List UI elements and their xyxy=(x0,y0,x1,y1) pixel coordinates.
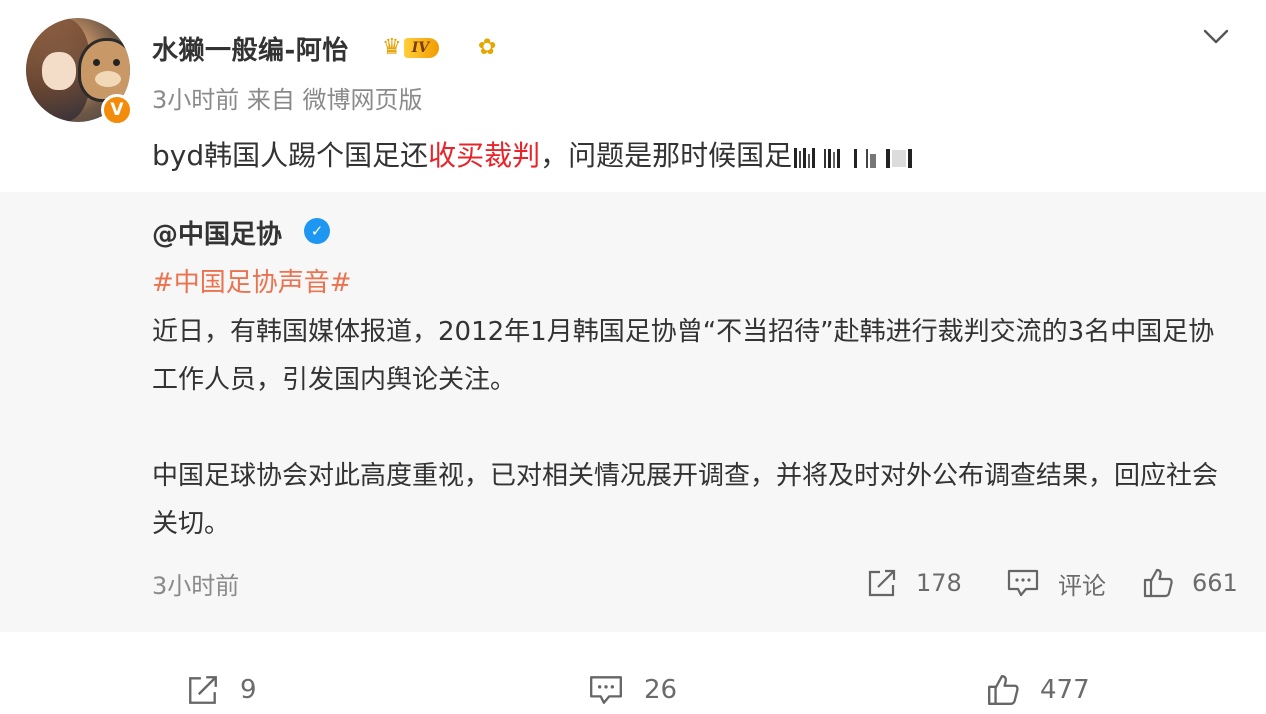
post-text: byd韩国人踢个国足还收买裁判，问题是那时候国足 xyxy=(152,134,916,174)
repost-author[interactable]: @中国足协 xyxy=(152,214,282,251)
post-meta: 3小时前 来自 微博网页版 xyxy=(152,86,423,114)
topic-hashtag[interactable]: #中国足协声音# xyxy=(152,262,352,299)
sunflower-icon: ✿ xyxy=(478,35,497,60)
post-text-highlight[interactable]: 收买裁判 xyxy=(428,139,540,172)
repost-time: 3小时前 xyxy=(152,572,240,600)
avatar-face xyxy=(42,52,76,90)
like-button[interactable]: 477 xyxy=(986,672,1090,708)
repost-paragraph: 近日，有韩国媒体报道，2012年1月韩国足协曾“不当招待”赴韩进行裁判交流的3名… xyxy=(152,317,1215,395)
username[interactable]: 水獭一般编-阿怡 xyxy=(152,30,349,67)
repost-card[interactable]: @中国足协 ✓ #中国足协声音# 近日，有韩国媒体报道，2012年1月韩国足协曾… xyxy=(0,192,1266,632)
chevron-down-icon[interactable] xyxy=(1200,22,1232,50)
avatar-otter xyxy=(78,38,130,102)
repost-share-button[interactable]: 178 xyxy=(866,566,962,600)
comment-count: 26 xyxy=(644,675,678,705)
crown-icon: ♛ xyxy=(382,35,402,60)
vip-level: IV xyxy=(403,38,440,58)
thumbs-up-icon xyxy=(1143,568,1173,598)
repost-like-button[interactable]: 661 xyxy=(1142,566,1238,600)
comment-button[interactable]: 26 xyxy=(588,672,677,708)
like-count: 477 xyxy=(1040,675,1090,705)
repost-body: 近日，有韩国媒体报道，2012年1月韩国足协曾“不当招待”赴韩进行裁判交流的3名… xyxy=(152,308,1232,548)
share-count: 9 xyxy=(240,675,257,705)
post-text-part: byd韩国人踢个国足还 xyxy=(152,139,429,172)
repost-share-count: 178 xyxy=(916,569,962,597)
weibo-post: V 水獭一般编-阿怡 ♛ IV ✿ 3小时前 来自 微博网页版 byd韩国人踢个… xyxy=(0,0,1266,714)
orange-v-verified-icon: V xyxy=(101,94,133,126)
blue-v-verified-icon: ✓ xyxy=(304,218,330,244)
repost-paragraph: 中国足球协会对此高度重视，已对相关情况展开调查，并将及时对外公布调查结果，回应社… xyxy=(152,461,1219,539)
vip-badge[interactable]: ♛ IV xyxy=(382,34,440,62)
censored-text xyxy=(794,144,916,168)
repost-like-count: 661 xyxy=(1192,569,1238,597)
share-icon xyxy=(868,569,896,597)
share-button[interactable]: 9 xyxy=(186,672,257,708)
repost-comment-button[interactable]: 评论 xyxy=(1006,566,1106,600)
comment-icon xyxy=(1007,569,1039,597)
thumbs-up-icon xyxy=(988,675,1019,705)
repost-comment-label: 评论 xyxy=(1058,571,1106,600)
comment-icon xyxy=(590,676,622,704)
post-text-part: ，问题是那时候国足 xyxy=(540,139,793,172)
share-icon xyxy=(189,676,217,704)
